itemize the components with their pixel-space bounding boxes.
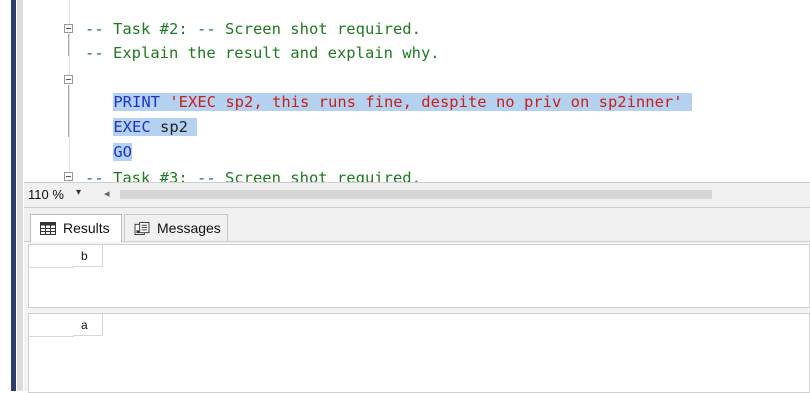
grid-icon (40, 222, 56, 235)
code-line-1: -- Task #2: -- Screen shot required. (85, 20, 421, 38)
results-pane: b a (24, 242, 810, 393)
query-editor[interactable]: -- Task #2: -- Screen shot required. -- … (24, 0, 810, 182)
column-header[interactable]: b (73, 245, 103, 267)
tab-messages[interactable]: Messages (124, 214, 228, 242)
editor-statusbar: 110 % ▾ ◂ (24, 182, 810, 208)
exec-target: sp2 (160, 118, 188, 136)
row-header-corner (29, 245, 74, 268)
tab-results[interactable]: Results (30, 214, 122, 243)
gutter-strip (17, 0, 23, 391)
result-grid-1[interactable]: b (28, 244, 810, 308)
go-keyword: GO (113, 143, 132, 161)
tab-messages-label: Messages (157, 220, 221, 236)
code-line-2: -- Explain the result and explain why. (85, 44, 440, 62)
fold-guide-line (68, 34, 69, 56)
chevron-down-icon: ▾ (76, 187, 82, 198)
messages-icon (134, 222, 150, 235)
code-line-4: EXEC sp2 (76, 91, 198, 136)
results-tabbar: Results Messages (24, 208, 810, 243)
code-line-6: -- Task #3: -- Screen shot required. (85, 169, 421, 182)
row-header-corner (29, 314, 74, 337)
zoom-value: 110 % (28, 187, 64, 202)
vertical-accent-bar (11, 0, 16, 391)
zoom-dropdown[interactable]: 110 % ▾ (28, 186, 92, 204)
column-header[interactable]: a (73, 314, 103, 336)
code-line-3: PRINT 'EXEC sp2, this runs fine, despite… (76, 66, 692, 111)
left-margin-bar (0, 0, 24, 391)
collapse-region-icon[interactable] (64, 24, 73, 33)
collapse-region-icon[interactable] (64, 75, 73, 84)
collapse-region-icon[interactable] (64, 172, 73, 181)
print-string: 'EXEC sp2, this runs fine, despite no pr… (169, 93, 683, 111)
scroll-left-icon[interactable]: ◂ (104, 187, 110, 200)
code-line-5: GO (76, 116, 132, 161)
fold-guide-line (68, 85, 69, 137)
result-grid-2[interactable]: a (28, 313, 810, 393)
horizontal-scrollbar[interactable] (120, 190, 712, 199)
tab-results-label: Results (63, 220, 110, 236)
